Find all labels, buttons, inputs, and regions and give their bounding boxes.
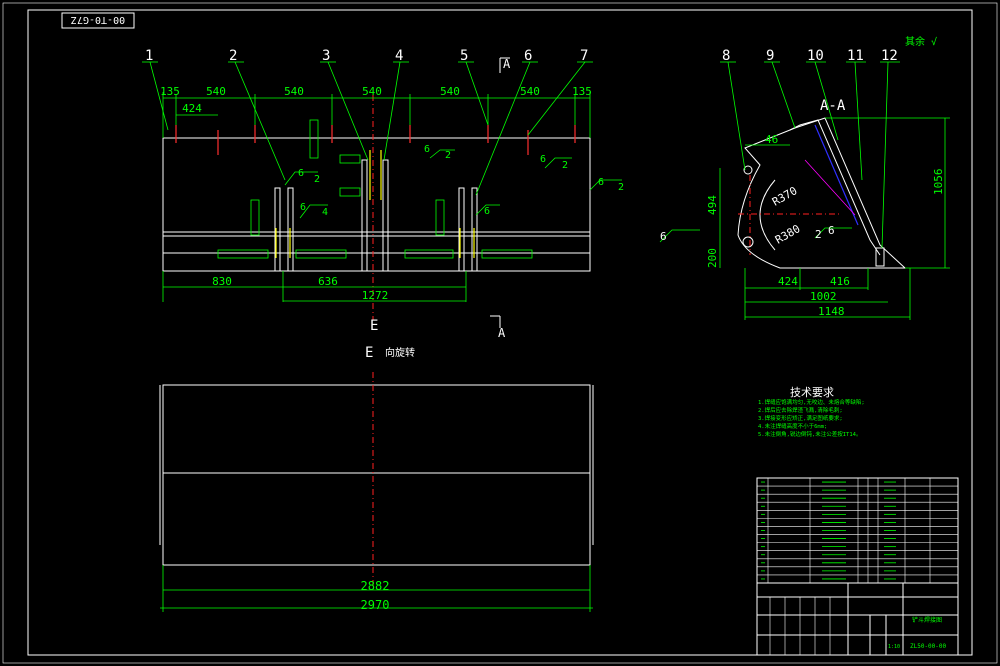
roughness-mark: 其余 √	[905, 35, 937, 48]
drawing-canvas: 00-T0-G7Z 其余 √ 135 540 540 540 540 540 1…	[0, 0, 1000, 666]
section-title: A-A	[820, 98, 846, 114]
top-dimension-chain: 135 540 540 540 540 540 135 424	[160, 85, 592, 138]
weld-label: 6	[298, 168, 304, 179]
dim-636: 636	[318, 275, 338, 288]
dim-46: 46	[765, 133, 778, 146]
tech-line-5: 5.未注倒角,锐边倒钝,未注公差按IT14。	[758, 430, 862, 438]
parts-list-frame	[756, 477, 959, 584]
balloon-12: 12	[881, 48, 898, 64]
tech-line-2: 2.焊后应去除焊渣飞溅,清除毛刺;	[758, 406, 843, 414]
dim-top-1: 135	[160, 85, 180, 98]
dim-424-front: 424	[182, 102, 202, 115]
drawing-name: 铲斗焊接图	[912, 616, 942, 624]
weld-label: 2	[314, 174, 320, 185]
balloon-9: 9	[766, 48, 774, 64]
dim-top-7: 135	[572, 85, 592, 98]
dim-830: 830	[212, 275, 232, 288]
balloon-3: 3	[322, 48, 330, 64]
balloon-11: 11	[847, 48, 864, 64]
title-block: 铲斗焊接图 ZL50-00-00 1:10	[756, 582, 959, 656]
section-view: A-A R370 R380 46 494 200 424 416 1002 11…	[659, 48, 950, 320]
radius-R370: R370	[770, 184, 799, 209]
section-letter-bottom: A	[498, 326, 506, 340]
balloon-2: 2	[229, 48, 237, 64]
weld-symbols-front: 6 2 6 4 6 2 6 2 6 2 6	[284, 144, 624, 219]
dim-424-section: 424	[778, 275, 798, 288]
weld-label: 6	[598, 177, 604, 188]
dim-2970: 2970	[361, 598, 390, 612]
parts-list	[756, 477, 959, 584]
bottom-outline	[162, 384, 591, 566]
dim-1056: 1056	[932, 169, 945, 196]
balloon-5: 5	[460, 48, 468, 64]
annotation-boxes	[217, 119, 533, 259]
section-weld-6: 6	[660, 230, 667, 243]
dim-top-2: 540	[206, 85, 226, 98]
tech-line-3: 3.焊接变形应矫正,满足图纸要求;	[758, 414, 843, 422]
radius-R380: R380	[773, 222, 802, 247]
dim-2882: 2882	[361, 579, 390, 593]
weld-label: 6	[424, 144, 430, 155]
stamp-text: 00-T0-G7Z	[71, 14, 125, 25]
dim-416: 416	[830, 275, 850, 288]
balloon-leaders-section	[720, 61, 900, 249]
weld-label: 6	[300, 202, 306, 213]
weld-label: 6	[484, 206, 490, 217]
cad-drawing: 00-T0-G7Z 其余 √ 135 540 540 540 540 540 1…	[2, 2, 998, 664]
tech-line-1: 1.焊缝应饱满均匀,无咬边、未熔合等缺陷;	[758, 398, 865, 406]
dim-200: 200	[706, 248, 719, 268]
bottom-dimension-chain: 830 636 1272	[162, 271, 467, 302]
balloon-7: 7	[580, 48, 588, 64]
balloon-10: 10	[807, 48, 824, 64]
drawing-number: ZL50-00-00	[910, 643, 947, 650]
view-letter: E	[370, 318, 378, 334]
dim-top-3: 540	[284, 85, 304, 98]
section-marker-bottom: A	[490, 315, 506, 340]
tech-title: 技术要求	[790, 386, 834, 399]
side-plates	[274, 159, 478, 272]
front-view: 135 540 540 540 540 540 135 424 830 636 …	[142, 48, 624, 340]
dim-top-6: 540	[520, 85, 540, 98]
balloon-1: 1	[145, 48, 153, 64]
section-letter-top: A	[503, 57, 511, 71]
section-weld-2: 2	[815, 228, 822, 241]
top-slots	[175, 125, 576, 155]
bottom-view-letter: E	[365, 345, 373, 361]
front-outline	[162, 137, 591, 272]
dim-1148: 1148	[818, 305, 845, 318]
bottom-view-title: 向旋转	[385, 346, 415, 359]
weld-label: 2	[445, 150, 451, 161]
dim-top-5: 540	[440, 85, 460, 98]
technical-requirements: 技术要求 1.焊缝应饱满均匀,无咬边、未熔合等缺陷; 2.焊后应去除焊渣飞溅,清…	[758, 386, 865, 438]
section-weld-6b: 6	[828, 224, 835, 237]
balloon-8: 8	[722, 48, 730, 64]
dim-494: 494	[706, 195, 719, 215]
balloon-4: 4	[395, 48, 403, 64]
weld-label: 4	[322, 207, 328, 218]
dim-top-4: 540	[362, 85, 382, 98]
tech-line-4: 4.未注焊缝高度不小于6mm;	[758, 422, 827, 430]
weld-label: 2	[618, 182, 624, 193]
dim-1272: 1272	[362, 289, 389, 302]
drawing-scale: 1:10	[888, 644, 900, 650]
dim-1002: 1002	[810, 290, 837, 303]
weld-label: 6	[540, 154, 546, 165]
balloon-6: 6	[524, 48, 532, 64]
weld-label: 2	[562, 160, 568, 171]
section-marker-top: A	[499, 57, 511, 73]
bottom-view: E 向旋转 2882 2970	[159, 345, 594, 612]
